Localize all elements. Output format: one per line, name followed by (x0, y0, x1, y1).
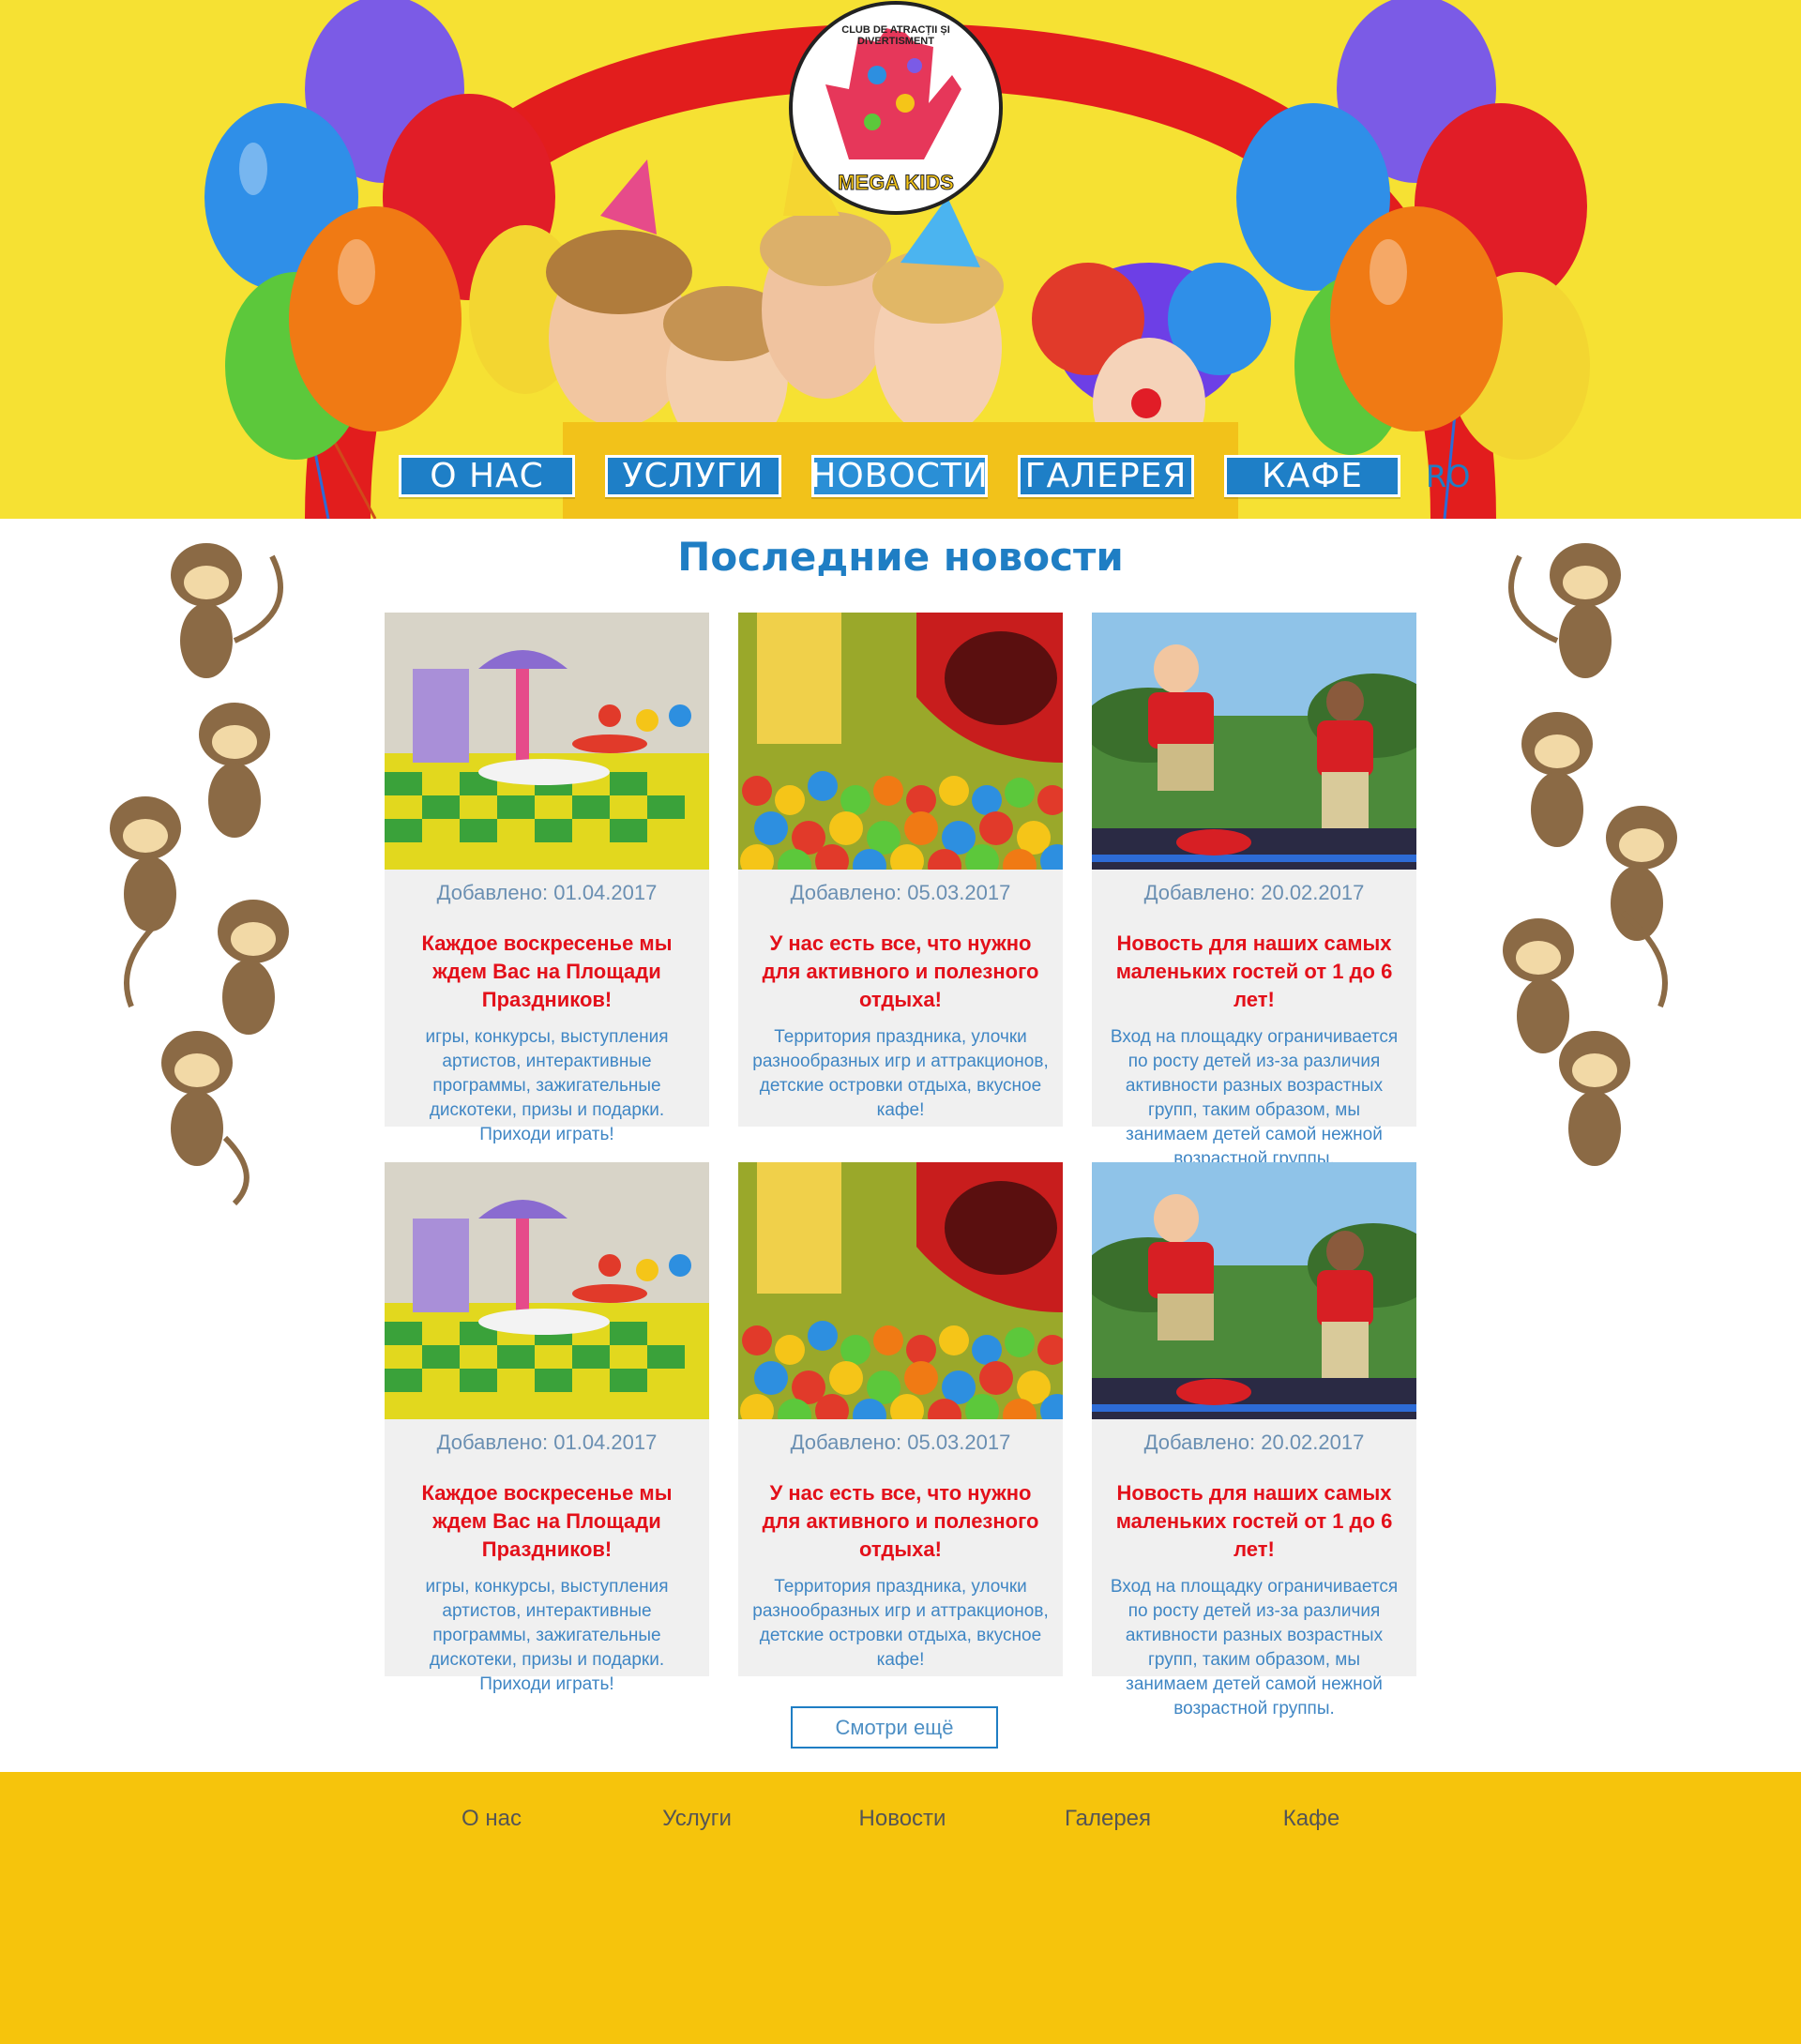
trampoline-photo (1092, 1162, 1416, 1419)
footer: О нас Услуги Новости Галерея Кафе (0, 1772, 1801, 2044)
news-card[interactable]: Добавлено: 20.02.2017 Новость для наших … (1092, 613, 1416, 1169)
news-card[interactable]: Добавлено: 01.04.2017 Каждое воскресенье… (385, 613, 709, 1144)
news-headline[interactable]: У нас есть все, что нужно для активного … (749, 1479, 1052, 1564)
news-text: Территория праздника, улочки разнообразн… (752, 1577, 1049, 1670)
page-title: Последние новости (677, 534, 1124, 580)
news-date: Добавлено: 20.02.2017 (1143, 881, 1365, 904)
monkeys-right-decoration (1503, 543, 1677, 1166)
news-section: Последние новости Добавлено: 01.04.2017 … (0, 519, 1801, 1772)
news-date: Добавлено: 05.03.2017 (790, 881, 1011, 904)
main-nav: О НАС УСЛУГИ НОВОСТИ ГАЛЕРЕЯ КАФЕ (399, 455, 1430, 497)
news-card[interactable]: Добавлено: 01.04.2017 Каждое воскресенье… (385, 1162, 709, 1694)
trampoline-photo (1092, 613, 1416, 870)
nav-cafe[interactable]: КАФЕ (1224, 455, 1400, 497)
language-switch[interactable]: RO (1426, 459, 1470, 494)
ball-pit-photo (738, 1162, 1063, 1419)
nav-gallery[interactable]: ГАЛЕРЕЯ (1018, 455, 1194, 497)
news-date: Добавлено: 01.04.2017 (436, 881, 658, 904)
news-headline[interactable]: Новость для наших самых маленьких гостей… (1103, 1479, 1405, 1564)
ball-pit-photo (738, 613, 1063, 870)
footer-link-cafe[interactable]: Кафе (1218, 1806, 1405, 1832)
balloons-right (1236, 0, 1590, 519)
news-text: игры, конкурсы, выступления артистов, ин… (425, 1577, 669, 1694)
hero-illustration (204, 0, 1590, 519)
nav-services[interactable]: УСЛУГИ (605, 455, 781, 497)
news-headline[interactable]: Каждое воскресенье мы ждем Вас на Площад… (396, 1479, 698, 1564)
footer-link-services[interactable]: Услуги (603, 1806, 791, 1832)
news-card[interactable]: Добавлено: 05.03.2017 У нас есть все, чт… (738, 613, 1063, 1127)
logo-arc-text: CLUB DE ATRACȚII ȘI DIVERTISMENT (841, 24, 950, 47)
nav-news[interactable]: НОВОСТИ (810, 455, 988, 497)
footer-link-about[interactable]: О нас (398, 1806, 585, 1832)
balloons-left (204, 0, 582, 519)
news-headline[interactable]: У нас есть все, что нужно для активного … (749, 930, 1052, 1014)
news-date: Добавлено: 01.04.2017 (436, 1431, 658, 1454)
news-text: Вход на площадку ограничивается по росту… (1110, 1577, 1399, 1718)
monkeys-left-decoration (110, 543, 289, 1206)
news-text: Вход на площадку ограничивается по росту… (1110, 1027, 1399, 1169)
news-date: Добавлено: 20.02.2017 (1143, 1431, 1365, 1454)
news-headline[interactable]: Каждое воскресенье мы ждем Вас на Площад… (396, 930, 698, 1014)
nav-about-us[interactable]: О НАС (399, 455, 575, 497)
news-date: Добавлено: 05.03.2017 (790, 1431, 1011, 1454)
playroom-photo (385, 613, 709, 870)
news-card[interactable]: Добавлено: 05.03.2017 У нас есть все, чт… (738, 1162, 1063, 1676)
logo-name: MEGA KIDS (838, 171, 955, 195)
footer-link-gallery[interactable]: Галерея (1014, 1806, 1202, 1832)
hero-banner: CLUB DE ATRACȚII ȘI DIVERTISMENT MEGA KI… (0, 0, 1801, 519)
news-text: игры, конкурсы, выступления артистов, ин… (425, 1027, 669, 1144)
news-card[interactable]: Добавлено: 20.02.2017 Новость для наших … (1092, 1162, 1416, 1718)
footer-link-news[interactable]: Новости (809, 1806, 996, 1832)
show-more-button[interactable]: Смотри ещё (791, 1706, 998, 1749)
playroom-photo (385, 1162, 709, 1419)
news-text: Территория праздника, улочки разнообразн… (752, 1027, 1049, 1120)
news-headline[interactable]: Новость для наших самых маленьких гостей… (1103, 930, 1405, 1014)
